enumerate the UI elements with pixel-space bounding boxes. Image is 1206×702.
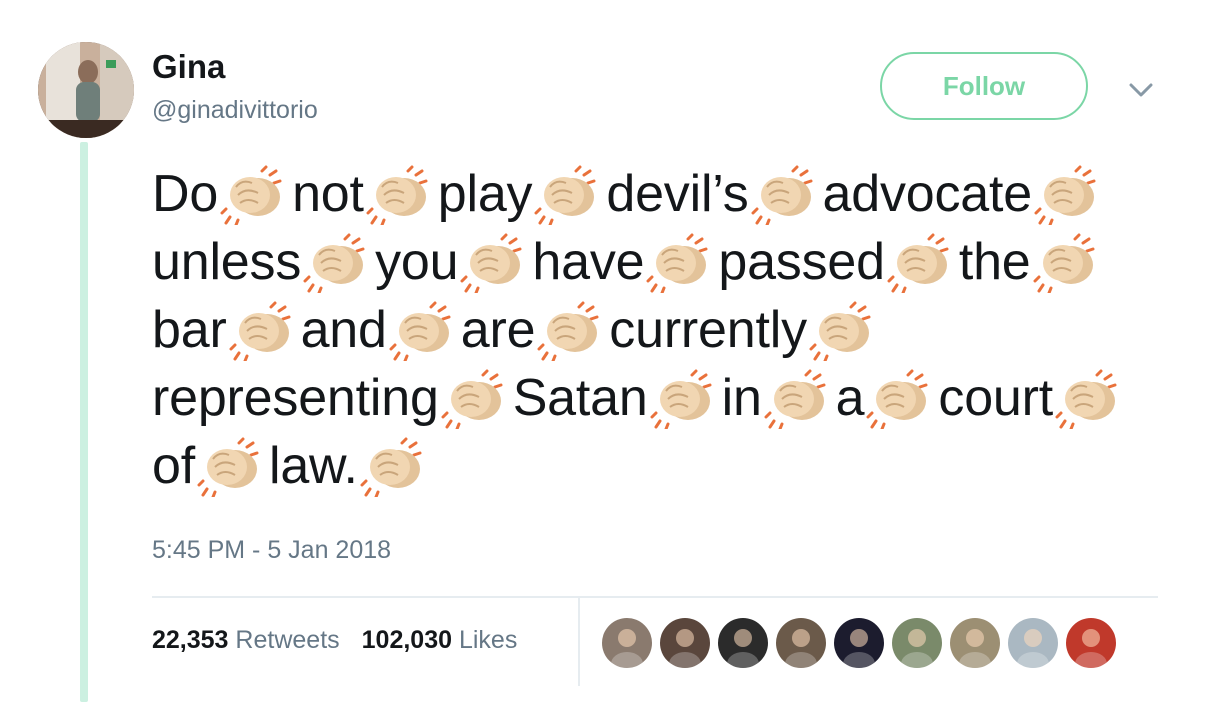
clapping-hands-icon [809,301,879,361]
liker-avatar-4[interactable] [776,618,826,668]
likes-count: 102,030 [361,626,453,654]
tweet-word: court [938,369,1054,427]
liker-avatar-8[interactable] [1008,618,1058,668]
tweet-word: law. [268,437,358,495]
tweet-timestamp[interactable]: 5:45 PM - 5 Jan 2018 [152,536,391,565]
thread-line [80,142,88,702]
tweet-text: Do not play devil’s advocate unless you have pas… [152,160,1162,500]
clapping-hands-icon [534,165,604,225]
clapping-hands-icon [460,233,530,293]
clapping-hands-icon [887,233,957,293]
tweet-word: representing [152,369,439,427]
clapping-hands-icon [650,369,720,429]
clapping-hands-icon [360,437,430,497]
tweet-word: play [437,165,533,223]
clapping-hands-icon [229,301,299,361]
clapping-hands-icon [866,369,936,429]
liker-avatar-2[interactable] [660,618,710,668]
follow-button[interactable]: Follow [880,52,1088,120]
retweets-count: 22,353 [152,626,229,654]
tweet-word: devil’s [606,165,749,223]
divider [152,596,1158,598]
tweet-word: are [460,301,536,359]
tweet-word: not [292,165,364,223]
tweet-word: a [835,369,865,427]
author-avatar[interactable] [38,42,134,138]
liker-avatar-5[interactable] [834,618,884,668]
tweet-word: currently [609,301,807,359]
clapping-hands-icon [537,301,607,361]
tweet-word: passed [718,233,885,291]
author-handle[interactable]: @ginadivittorio [152,96,318,125]
clapping-hands-icon [220,165,290,225]
retweets-label: Retweets [235,626,340,654]
clapping-hands-icon [441,369,511,429]
clapping-hands-icon [764,369,834,429]
tweet-word: have [532,233,645,291]
liker-avatars [602,618,1116,668]
clapping-hands-icon [646,233,716,293]
tweet-word: you [375,233,459,291]
liker-avatar-1[interactable] [602,618,652,668]
tweet-word: advocate [822,165,1033,223]
retweets-stat[interactable]: 22,353 Retweets [152,626,340,655]
clapping-hands-icon [366,165,436,225]
clapping-hands-icon [197,437,267,497]
liker-avatar-6[interactable] [892,618,942,668]
tweet-word: in [721,369,762,427]
likes-label: Likes [458,626,518,654]
tweet-word: bar [152,301,227,359]
tweet-stats: 22,353 Retweets 102,030 Likes [152,626,517,655]
stats-separator [578,598,580,686]
author-name[interactable]: Gina [152,48,225,86]
tweet-word: and [300,301,387,359]
avatar-photo [38,42,134,138]
liker-avatar-9[interactable] [1066,618,1116,668]
clapping-hands-icon [389,301,459,361]
likes-stat[interactable]: 102,030 Likes [362,626,518,655]
tweet-word: the [958,233,1031,291]
tweet-word: Satan [512,369,648,427]
clapping-hands-icon [1055,369,1125,429]
clapping-hands-icon [1033,233,1103,293]
chevron-down-icon[interactable] [1126,80,1156,100]
tweet-word: Do [152,165,219,223]
liker-avatar-3[interactable] [718,618,768,668]
liker-avatar-7[interactable] [950,618,1000,668]
tweet-word: of [152,437,195,495]
clapping-hands-icon [751,165,821,225]
clapping-hands-icon [1034,165,1104,225]
clapping-hands-icon [303,233,373,293]
tweet-word: unless [152,233,302,291]
